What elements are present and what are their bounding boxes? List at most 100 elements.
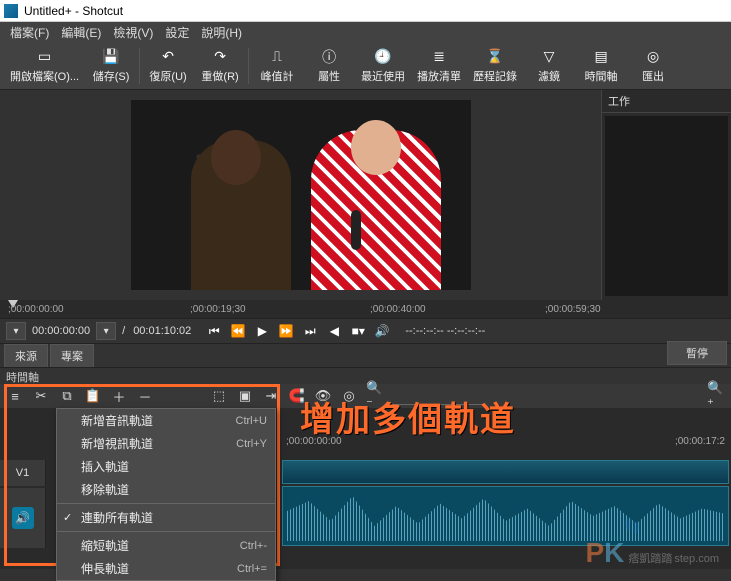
- menu-add-video-track[interactable]: 新增視訊軌道 Ctrl+Y: [57, 432, 275, 455]
- timecode-toggle2[interactable]: ▾: [96, 322, 116, 340]
- lift-button[interactable]: ⬚: [210, 387, 228, 405]
- timecode-toggle[interactable]: ▾: [6, 322, 26, 340]
- menu-shorten-track[interactable]: 縮短軌道 Ctrl+-: [57, 534, 275, 557]
- timeline-menu-button[interactable]: ≡: [6, 387, 24, 405]
- video-clip[interactable]: [282, 460, 729, 484]
- skip-start-button[interactable]: ⏮: [205, 322, 223, 340]
- menu-edit[interactable]: 編輯(E): [55, 24, 107, 41]
- prev-marker-button[interactable]: ◀: [325, 322, 343, 340]
- menu-label: 新增音訊軌道: [81, 412, 153, 429]
- menu-insert-track[interactable]: 插入軌道: [57, 455, 275, 478]
- app-icon: [4, 4, 18, 18]
- history-button[interactable]: ⌛ 歷程記錄: [467, 46, 523, 86]
- speaker-icon[interactable]: 🔊: [12, 507, 34, 529]
- export-button[interactable]: ◎ 匯出: [627, 46, 679, 86]
- annotation-text: 增加多個軌道: [300, 392, 516, 441]
- pause-button[interactable]: 暫停: [667, 341, 727, 365]
- filters-button[interactable]: ▽ 濾鏡: [523, 46, 575, 86]
- history-label: 歷程記錄: [473, 68, 517, 84]
- watermark-footprints-icon: 👣: [624, 518, 641, 535]
- target-icon: ◎: [644, 48, 662, 66]
- preview-viewport[interactable]: [0, 90, 601, 300]
- video-frame: [131, 100, 471, 290]
- menu-view[interactable]: 檢視(V): [107, 24, 159, 41]
- open-button[interactable]: ▭ 開啟檔案(O)...: [4, 46, 85, 86]
- menu-link-all-tracks[interactable]: 連動所有軌道: [57, 506, 275, 529]
- recent-label: 最近使用: [361, 68, 405, 84]
- clock-icon: 🕘: [374, 48, 392, 66]
- remove-button[interactable]: －: [136, 387, 154, 405]
- properties-button[interactable]: ⓘ 屬性: [303, 46, 355, 86]
- transport-bar: ▾ 00:00:00:00 ▾ / 00:01:10:02 ⏮ ⏪ ▶ ⏩ ⏭ …: [0, 318, 731, 344]
- menu-separator: [57, 503, 275, 504]
- timeline-button[interactable]: ▤ 時間軸: [575, 46, 627, 86]
- track-context-menu: 新增音訊軌道 Ctrl+U 新增視訊軌道 Ctrl+Y 插入軌道 移除軌道 連動…: [56, 408, 276, 581]
- append-button[interactable]: ＋: [110, 387, 128, 405]
- undo-icon: ↶: [159, 48, 177, 66]
- menu-add-audio-track[interactable]: 新增音訊軌道 Ctrl+U: [57, 409, 275, 432]
- redo-button[interactable]: ↷ 重做(R): [194, 46, 246, 86]
- copy-button[interactable]: ⧉: [58, 387, 76, 405]
- save-button[interactable]: 💾 儲存(S): [85, 46, 137, 86]
- peak-label: 峰值計: [261, 68, 294, 84]
- total-duration: 00:01:10:02: [131, 325, 193, 337]
- playback-controls: ⏮ ⏪ ▶ ⏩ ⏭ ◀ ■▾ 🔊: [205, 322, 391, 340]
- recent-button[interactable]: 🕘 最近使用: [355, 46, 411, 86]
- zoom-in-button[interactable]: 🔍⁺: [707, 387, 725, 405]
- watermark-sub: 痞凱踏踏: [628, 550, 672, 566]
- menu-file[interactable]: 檔案(F): [4, 24, 55, 41]
- window-title: Untitled+ - Shotcut: [24, 4, 123, 18]
- timeline-label: 時間軸: [585, 68, 618, 84]
- undo-button[interactable]: ↶ 復原(U): [142, 46, 194, 86]
- menu-label: 連動所有軌道: [81, 509, 153, 526]
- main-toolbar: ▭ 開啟檔案(O)... 💾 儲存(S) ↶ 復原(U) ↷ 重做(R) ⎍ 峰…: [0, 42, 731, 90]
- tab-project[interactable]: 專案: [50, 344, 94, 367]
- track-header-v1[interactable]: V1: [0, 460, 46, 486]
- preview-tabs: 來源 專案 暫停: [0, 344, 731, 368]
- jobs-panel-body[interactable]: [605, 116, 728, 296]
- rewind-button[interactable]: ⏪: [229, 322, 247, 340]
- watermark-domain: step.com: [674, 553, 719, 565]
- waveform: [287, 491, 724, 541]
- peak-button[interactable]: ⎍ 峰值計: [251, 46, 303, 86]
- cut-button[interactable]: ✂: [32, 387, 50, 405]
- export-label: 匯出: [642, 68, 664, 84]
- current-time: 00:00:00:00: [30, 325, 92, 337]
- track-header-a1[interactable]: 🔊: [0, 488, 46, 548]
- time-separator: /: [120, 325, 127, 337]
- history-icon: ⌛: [486, 48, 504, 66]
- overwrite-button[interactable]: ▣: [236, 387, 254, 405]
- menu-shortcut: Ctrl+-: [240, 540, 267, 552]
- watermark-p: P: [585, 537, 604, 569]
- jobs-panel-title: 工作: [602, 90, 731, 113]
- menu-label: 縮短軌道: [81, 537, 129, 554]
- watermark-k: K: [604, 537, 624, 569]
- menu-bar: 檔案(F) 編輯(E) 檢視(V) 設定 說明(H): [0, 22, 731, 42]
- folder-open-icon: ▭: [36, 48, 54, 66]
- preview-ruler[interactable]: ;00:00:00:00 ;00:00:19;30 ;00:00:40:00 ;…: [0, 300, 731, 318]
- ruler-tick: ;00:00:00:00: [8, 304, 64, 315]
- open-label: 開啟檔案(O)...: [10, 68, 79, 84]
- menu-lengthen-track[interactable]: 伸長軌道 Ctrl+=: [57, 557, 275, 580]
- playlist-label: 播放清單: [417, 68, 461, 84]
- menu-settings[interactable]: 設定: [159, 24, 195, 41]
- menu-help[interactable]: 說明(H): [195, 24, 248, 41]
- redo-icon: ↷: [211, 48, 229, 66]
- timeline-icon: ▤: [592, 48, 610, 66]
- playlist-button[interactable]: ≣ 播放清單: [411, 46, 467, 86]
- stop-button[interactable]: ■▾: [349, 322, 367, 340]
- paste-button[interactable]: 📋: [84, 387, 102, 405]
- menu-shortcut: Ctrl+U: [236, 415, 267, 427]
- undo-label: 復原(U): [149, 68, 186, 84]
- forward-button[interactable]: ⏩: [277, 322, 295, 340]
- save-label: 儲存(S): [93, 68, 130, 84]
- tab-source[interactable]: 來源: [4, 344, 48, 367]
- menu-label: 移除軌道: [81, 481, 129, 498]
- save-icon: 💾: [102, 48, 120, 66]
- skip-end-button[interactable]: ⏭: [301, 322, 319, 340]
- volume-button[interactable]: 🔊: [373, 322, 391, 340]
- menu-remove-track[interactable]: 移除軌道: [57, 478, 275, 501]
- split-button[interactable]: ⇥: [262, 387, 280, 405]
- play-button[interactable]: ▶: [253, 322, 271, 340]
- list-icon: ≣: [430, 48, 448, 66]
